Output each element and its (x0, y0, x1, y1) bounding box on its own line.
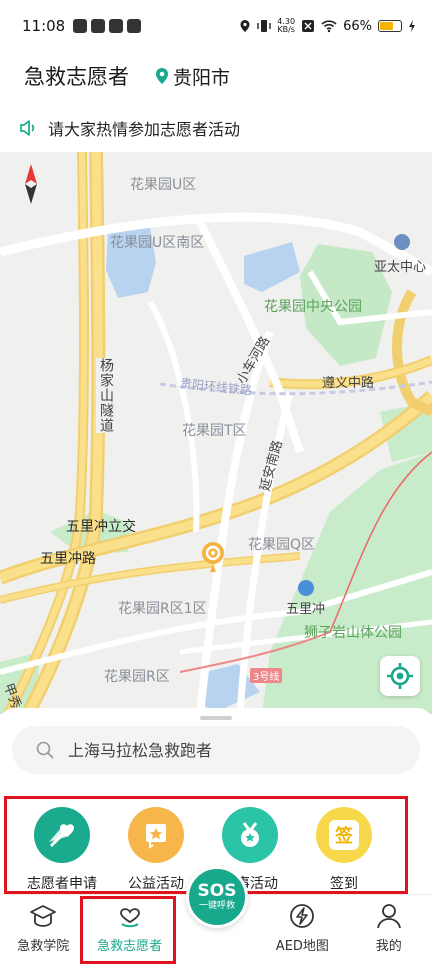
tab-label: AED地图 (275, 939, 329, 954)
map-pin-icon[interactable] (200, 540, 226, 574)
tab-first-aid-academy[interactable]: 急救学院 (0, 895, 86, 964)
person-icon (376, 904, 401, 929)
building-icon (394, 234, 410, 250)
feature-label: 签到 (330, 876, 358, 892)
tab-label: 我的 (375, 939, 402, 954)
tab-label: 急救学院 (17, 939, 70, 954)
speaker-icon (20, 120, 35, 136)
compass-icon[interactable] (22, 162, 40, 206)
map-label: 花果园R区 (104, 669, 170, 685)
app-notification-icon (73, 19, 88, 33)
sos-label: SOS (197, 881, 237, 901)
status-bar: 11:08 4.30 KB/s 66% (0, 0, 432, 52)
city-selector[interactable]: 贵阳市 (155, 63, 230, 90)
feature-charity[interactable]: 公益活动 (111, 799, 201, 893)
star-flag-icon (128, 807, 184, 863)
feature-label: 公益活动 (128, 876, 184, 892)
checkin-icon: 签 (316, 807, 372, 863)
map-label: 狮子岩山体公园 (304, 625, 402, 641)
status-right: 4.30 KB/s 66% (239, 18, 416, 34)
battery-icon (378, 20, 402, 32)
map-label: 花果园R区1区 (118, 601, 207, 617)
tab-me[interactable]: 我的 (346, 895, 432, 964)
heart-smile-icon (119, 908, 140, 928)
map-label: 五里冲路 (40, 551, 96, 567)
page-title: 急救志愿者 (24, 65, 129, 89)
sos-sublabel: 一键呼救 (198, 901, 235, 911)
header: 急救志愿者 贵阳市 (0, 52, 432, 100)
vibrate-icon (257, 20, 271, 32)
tab-first-aid-volunteer[interactable]: 急救志愿者 (86, 895, 172, 964)
metro-line-badge: 3号线 (250, 668, 283, 683)
notice-bar[interactable]: 请大家热情参加志愿者活动 (0, 112, 432, 144)
location-pin-icon (156, 68, 168, 84)
tab-label: 急救志愿者 (97, 939, 163, 954)
net-speed: 4.30 KB/s (277, 17, 296, 34)
sheet-handle[interactable] (200, 716, 232, 720)
notification-icons (73, 19, 142, 33)
map-label: 花果园U区 (130, 177, 197, 193)
feature-volunteer-apply[interactable]: 志愿者申请 (17, 799, 107, 893)
city-label: 贵阳市 (173, 66, 231, 89)
map-label: 杨家山隧道 (96, 358, 116, 433)
map-label: 五里冲 (286, 602, 326, 617)
battery-percent: 66% (343, 18, 372, 34)
search-input[interactable] (68, 740, 388, 760)
map-label: 花果园Q区 (248, 537, 316, 553)
feature-checkin[interactable]: 签 签到 (299, 799, 389, 893)
charging-icon (409, 20, 415, 32)
graduation-cap-icon (30, 905, 57, 927)
medal-icon (222, 807, 278, 863)
location-icon (240, 20, 250, 32)
tab-aed-map[interactable]: AED地图 (259, 895, 345, 964)
map-label: 遵义中路 (322, 376, 375, 391)
sos-button[interactable]: SOS 一键呼救 (186, 866, 248, 928)
tiktok-icon (109, 19, 124, 33)
map-label: 花果园U区南区 (110, 235, 205, 251)
map-label: 花果园中央公园 (264, 299, 362, 315)
lightning-icon (290, 904, 315, 928)
map-label: 亚太中心 (374, 260, 427, 275)
map-label: 花果园T区 (182, 423, 247, 439)
search-icon (36, 741, 54, 759)
map-label: 五里冲立交 (66, 519, 136, 535)
app-notification-icon (91, 19, 106, 33)
locate-button[interactable] (380, 656, 420, 696)
crosshair-icon (387, 663, 413, 689)
wifi-icon (321, 20, 337, 33)
notice-text: 请大家热情参加志愿者活动 (48, 120, 241, 139)
search-bar[interactable] (12, 726, 420, 774)
hands-heart-icon (34, 807, 90, 863)
mail-icon (127, 19, 142, 33)
metro-icon (298, 580, 314, 596)
sim-icon (302, 20, 315, 32)
status-time: 11:08 (22, 17, 66, 35)
map-view[interactable]: 花果园U区 花果园U区南区 亚太中心 花果园中央公园 小车河路 遵义中路 贵阳环… (0, 152, 432, 714)
feature-label: 志愿者申请 (27, 876, 97, 892)
